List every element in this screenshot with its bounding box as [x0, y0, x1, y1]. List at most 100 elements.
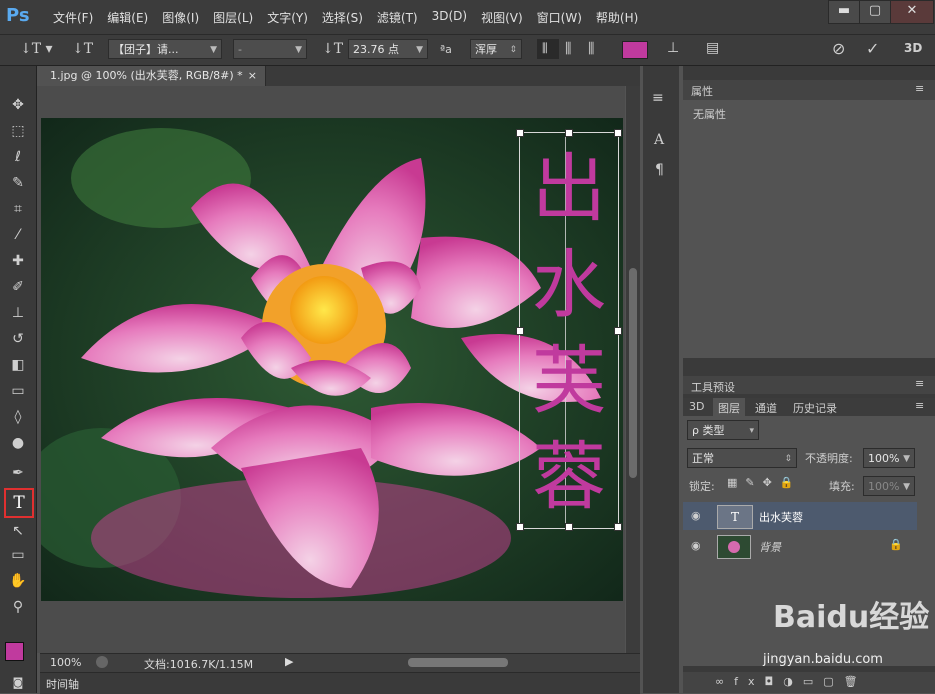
- type-tool-preset-icon[interactable]: ↓T ▾: [20, 41, 53, 57]
- quick-mask-icon[interactable]: ◙: [6, 672, 30, 694]
- properties-empty-text: 无属性: [693, 108, 726, 121]
- horizontal-scroll-thumb[interactable]: [408, 658, 508, 667]
- paragraph-icon[interactable]: ¶: [655, 162, 664, 178]
- dodge-tool-icon[interactable]: ●: [6, 432, 30, 454]
- eyedropper-icon[interactable]: ⁄: [6, 224, 30, 246]
- resize-handle[interactable]: [614, 129, 622, 137]
- eraser-tool-icon[interactable]: ◧: [6, 354, 30, 376]
- brush-tool-icon[interactable]: ✐: [6, 276, 30, 298]
- panel-menu-icon[interactable]: ≡: [915, 399, 924, 412]
- text-bounding-box[interactable]: 出 水 芙 蓉: [516, 129, 622, 531]
- vertical-text-layer[interactable]: 出 水 芙 蓉: [520, 141, 618, 525]
- maximize-button[interactable]: ▢: [859, 0, 891, 24]
- healing-brush-icon[interactable]: ✚: [6, 250, 30, 272]
- layer-filter-select[interactable]: ρ 类型 ▾: [687, 420, 759, 440]
- font-size-value: 23.76 点: [353, 43, 399, 56]
- antialias-select[interactable]: 浑厚 ⇕: [470, 39, 522, 59]
- panel-menu-icon[interactable]: ≡: [915, 377, 924, 390]
- character-panel-icon[interactable]: ▤: [706, 40, 719, 56]
- character-icon[interactable]: A: [654, 132, 664, 148]
- menu-filter[interactable]: 滤镜(T): [370, 9, 425, 26]
- properties-body: 无属性: [683, 100, 935, 358]
- menu-help[interactable]: 帮助(H): [589, 9, 645, 26]
- text-color-swatch[interactable]: [622, 41, 648, 59]
- tab-layers[interactable]: 图层: [713, 398, 745, 418]
- layers-tab-row: 3D 图层 通道 历史记录 ≡: [683, 398, 935, 418]
- commit-icon[interactable]: ✓: [866, 39, 879, 58]
- type-tool-icon[interactable]: T: [4, 488, 34, 518]
- align-center-icon[interactable]: ⫼: [565, 41, 571, 57]
- shape-tool-icon[interactable]: ▭: [6, 544, 30, 566]
- hand-tool-icon[interactable]: ✋: [6, 570, 30, 592]
- blend-mode-select[interactable]: 正常 ⇕: [687, 448, 797, 468]
- tab-history[interactable]: 历史记录: [793, 400, 837, 416]
- antialias-icon: ªa: [440, 43, 452, 56]
- menu-view[interactable]: 视图(V): [474, 9, 530, 26]
- gradient-tool-icon[interactable]: ▭: [6, 380, 30, 402]
- layer-row-text[interactable]: ◉ T 出水芙蓉: [683, 502, 917, 530]
- text-char: 出: [532, 146, 606, 232]
- menu-image[interactable]: 图像(I): [155, 9, 206, 26]
- status-icon[interactable]: [96, 656, 108, 668]
- marquee-tool-icon[interactable]: ⬚: [6, 120, 30, 142]
- tool-presets-tab[interactable]: 工具预设: [691, 379, 735, 395]
- move-tool-icon[interactable]: ✥: [6, 94, 30, 116]
- properties-tab[interactable]: 属性: [691, 83, 713, 99]
- minimize-button[interactable]: ▬: [828, 0, 860, 24]
- panel-menu-icon[interactable]: ≡: [915, 82, 924, 95]
- stamp-tool-icon[interactable]: ⊥: [6, 302, 30, 324]
- 3d-button[interactable]: 3D: [904, 41, 922, 55]
- status-menu-icon[interactable]: ▶: [285, 655, 293, 668]
- path-select-icon[interactable]: ↖: [6, 520, 30, 542]
- font-size-select[interactable]: 23.76 点 ▼: [348, 39, 428, 59]
- menu-file[interactable]: 文件(F): [46, 9, 100, 26]
- font-family-select[interactable]: 【团子】请... ▼: [108, 39, 222, 59]
- eye-icon[interactable]: ◉: [691, 509, 701, 522]
- zoom-tool-icon[interactable]: ⚲: [6, 596, 30, 618]
- layer-row-background[interactable]: ◉ 背景 🔒: [683, 532, 917, 560]
- lasso-tool-icon[interactable]: ℓ: [6, 146, 30, 168]
- menu-window[interactable]: 窗口(W): [530, 9, 589, 26]
- text-orientation-icon[interactable]: ↓T: [72, 41, 93, 57]
- layer-comps-icon[interactable]: ≡: [652, 90, 664, 106]
- zoom-level[interactable]: 100%: [50, 656, 81, 669]
- properties-header: 属性 ≡: [683, 80, 935, 100]
- tab-channels[interactable]: 通道: [755, 400, 777, 416]
- menu-layer[interactable]: 图层(L): [206, 9, 260, 26]
- cancel-icon[interactable]: ⊘: [832, 39, 845, 58]
- resize-handle[interactable]: [516, 129, 524, 137]
- font-style-select[interactable]: - ▼: [233, 39, 307, 59]
- menu-type[interactable]: 文字(Y): [260, 9, 315, 26]
- layer-name[interactable]: 出水芙蓉: [759, 509, 803, 525]
- layer-footer-icons[interactable]: ∞fx◘◑▭▢🗑: [715, 675, 868, 688]
- history-brush-icon[interactable]: ↺: [6, 328, 30, 350]
- warp-text-icon[interactable]: ⊥: [667, 40, 679, 56]
- vertical-scrollbar[interactable]: [626, 86, 640, 653]
- font-family-value: 【团子】请...: [113, 43, 179, 56]
- lotus-image[interactable]: 出 水 芙 蓉: [41, 118, 623, 601]
- document-info: 文档:1016.7K/1.15M: [144, 658, 254, 671]
- foreground-color-swatch[interactable]: [5, 642, 24, 661]
- opacity-input[interactable]: 100% ▼: [863, 448, 915, 468]
- pen-tool-icon[interactable]: ✒: [6, 462, 30, 484]
- fill-input[interactable]: 100% ▼: [863, 476, 915, 496]
- lock-icons[interactable]: ▦✎✥🔒: [727, 476, 802, 489]
- menu-3d[interactable]: 3D(D): [425, 9, 474, 26]
- tab-3d[interactable]: 3D: [689, 400, 704, 413]
- blur-tool-icon[interactable]: ◊: [6, 406, 30, 428]
- layer-name[interactable]: 背景: [759, 539, 781, 555]
- close-button[interactable]: ✕: [890, 0, 934, 24]
- vertical-scroll-thumb[interactable]: [629, 268, 637, 478]
- quick-select-icon[interactable]: ✎: [6, 172, 30, 194]
- chevron-down-icon: ▼: [416, 45, 423, 55]
- menu-select[interactable]: 选择(S): [315, 9, 370, 26]
- menu-edit[interactable]: 编辑(E): [100, 9, 155, 26]
- document-tab[interactable]: 1.jpg @ 100% (出水芙蓉, RGB/8#) * ×: [40, 66, 266, 86]
- crop-tool-icon[interactable]: ⌗: [6, 198, 30, 220]
- align-top-button[interactable]: ⫼: [537, 39, 559, 59]
- timeline-tab[interactable]: 时间轴: [46, 676, 79, 692]
- align-bottom-icon[interactable]: ⫼: [588, 41, 594, 57]
- close-tab-icon[interactable]: ×: [248, 66, 257, 86]
- resize-handle[interactable]: [565, 129, 573, 137]
- eye-icon[interactable]: ◉: [691, 539, 701, 552]
